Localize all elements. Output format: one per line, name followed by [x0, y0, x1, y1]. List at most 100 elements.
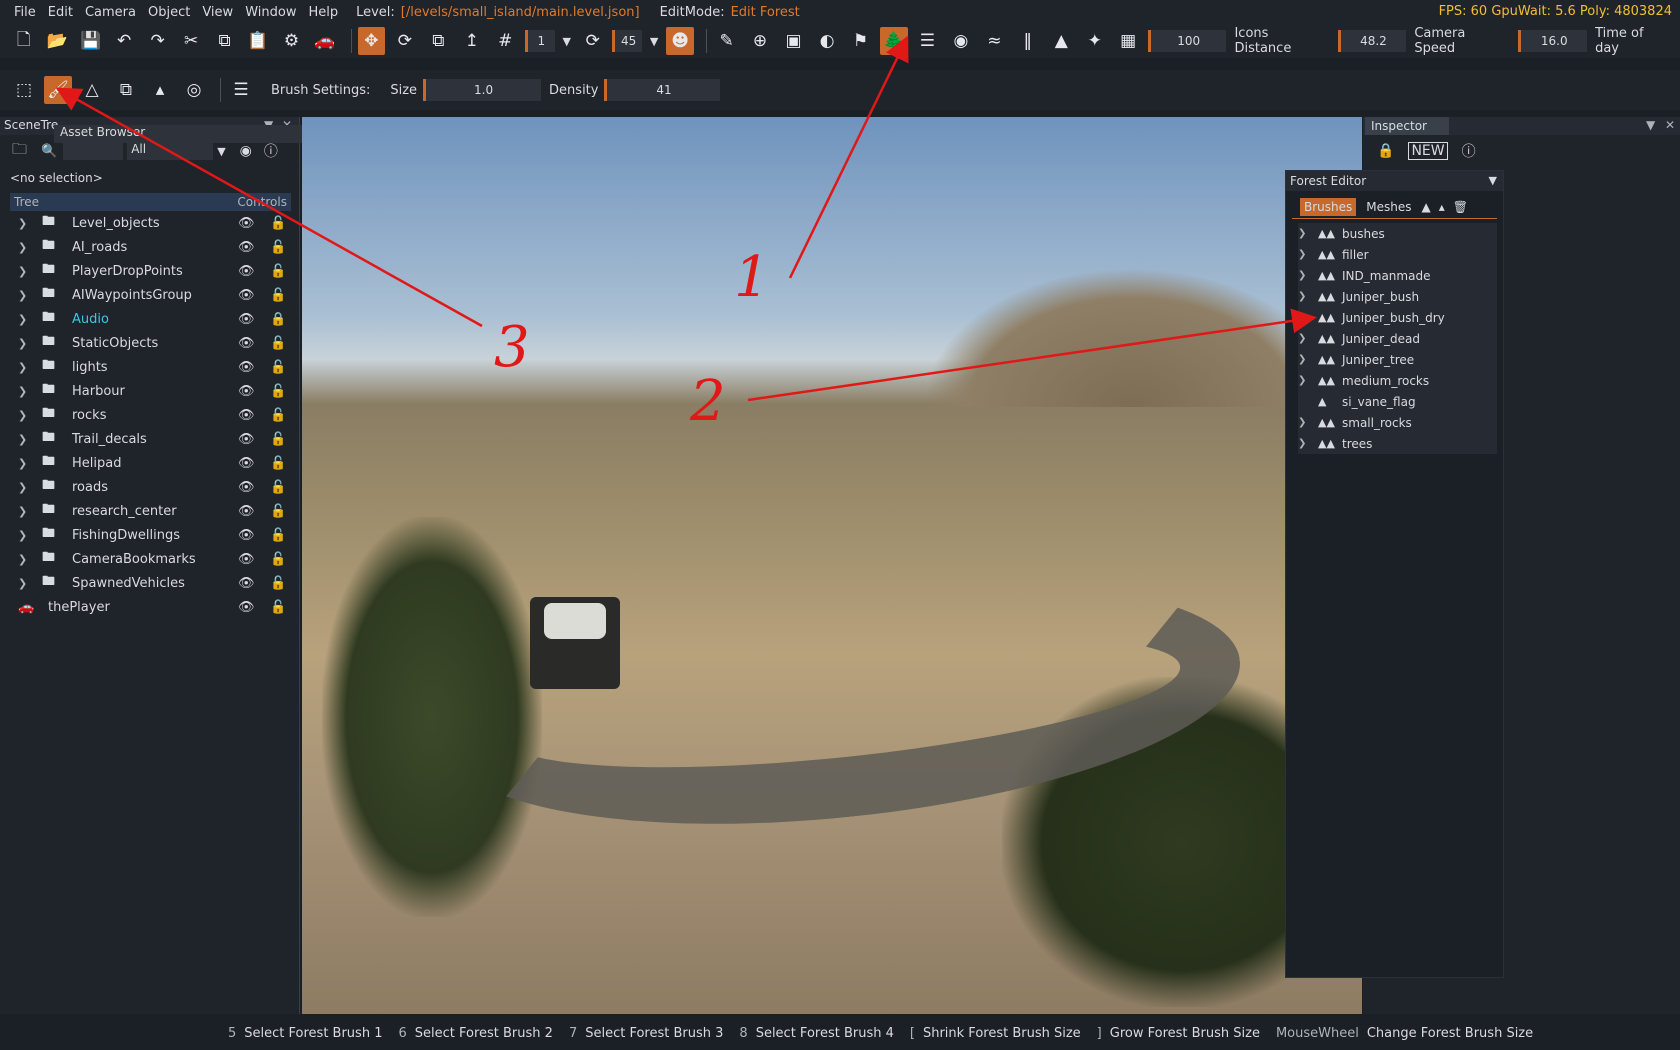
mesh-road-icon[interactable]: ≈: [981, 27, 1008, 55]
menu-edit[interactable]: Edit: [42, 5, 79, 20]
chevron-right-icon[interactable]: ❯: [18, 289, 32, 302]
road-icon[interactable]: ‖: [1014, 27, 1041, 55]
flowgraph-icon[interactable]: ✦: [1081, 27, 1108, 55]
chevron-right-icon[interactable]: ❯: [18, 337, 32, 350]
visibility-eye-icon[interactable]: 👁: [238, 456, 255, 471]
chevron-right-icon[interactable]: ❯: [18, 553, 32, 566]
redo-icon[interactable]: ↷: [144, 27, 171, 55]
tree-row[interactable]: ❯ 🖿 StaticObjects 👁 🔓: [0, 331, 299, 355]
brush-density-slider[interactable]: 41: [604, 79, 721, 101]
grid-snap-value[interactable]: 1: [525, 30, 555, 52]
visibility-eye-icon[interactable]: 👁: [238, 312, 255, 327]
icons-distance-field[interactable]: 48.2: [1337, 30, 1407, 52]
tree-row[interactable]: ❯ 🖿 rocks 👁 🔓: [0, 403, 299, 427]
chevron-right-icon[interactable]: ❯: [1298, 228, 1314, 239]
rotation-dropdown-icon[interactable]: ▼: [650, 35, 658, 48]
menu-view[interactable]: View: [196, 5, 239, 20]
scene-tree-tab[interactable]: SceneTre: [4, 118, 58, 132]
chevron-right-icon[interactable]: ❯: [18, 361, 32, 374]
chevron-right-icon[interactable]: ❯: [18, 529, 32, 542]
chevron-right-icon[interactable]: ❯: [1298, 291, 1314, 302]
spawn-icon[interactable]: ◉: [947, 27, 974, 55]
chevron-right-icon[interactable]: ❯: [18, 265, 32, 278]
visibility-eye-icon[interactable]: 👁: [238, 336, 255, 351]
add-element-icon[interactable]: ▴: [1439, 200, 1445, 214]
tree-row[interactable]: ❯ 🖿 AIWaypointsGroup 👁 🔓: [0, 283, 299, 307]
lock-icon[interactable]: 🔓: [270, 408, 286, 423]
fill-icon[interactable]: ▴: [146, 76, 174, 104]
menu-object[interactable]: Object: [142, 5, 196, 20]
rotation-snap-icon[interactable]: ⟳: [579, 27, 606, 55]
menu-help[interactable]: Help: [302, 5, 344, 20]
brush-item[interactable]: ❯ ▲▲ IND_manmade: [1298, 265, 1497, 286]
pencil-icon[interactable]: ✎: [713, 27, 740, 55]
terrain-paint-icon[interactable]: ◐: [813, 27, 840, 55]
camera-speed-field[interactable]: 16.0: [1518, 30, 1588, 52]
menu-window[interactable]: Window: [239, 5, 302, 20]
settings-gear-icon[interactable]: ⚙: [278, 27, 305, 55]
brush-item[interactable]: ▲ si_vane_flag: [1298, 391, 1497, 412]
brush-item[interactable]: ❯ ▲▲ Juniper_tree: [1298, 349, 1497, 370]
tree-row[interactable]: ❯ 🖿 FishingDwellings 👁 🔓: [0, 523, 299, 547]
visibility-eye-icon[interactable]: 👁: [238, 480, 255, 495]
visibility-eye-icon[interactable]: 👁: [238, 576, 255, 591]
lock-icon[interactable]: 🔓: [270, 504, 286, 519]
target-icon[interactable]: ◎: [180, 76, 208, 104]
chevron-right-icon[interactable]: ❯: [18, 313, 32, 326]
brush-item[interactable]: ❯ ▲▲ filler: [1298, 244, 1497, 265]
tree-row[interactable]: ❯ 🖿 PlayerDropPoints 👁 🔓: [0, 259, 299, 283]
new-file-icon[interactable]: 🗋: [10, 27, 37, 55]
tree-row[interactable]: ❯ 🖿 research_center 👁 🔓: [0, 499, 299, 523]
lock-icon[interactable]: 🔓: [270, 384, 286, 399]
forest-editor-icon[interactable]: 🌲: [880, 27, 908, 55]
panel-menu-icon[interactable]: ▼: [1646, 118, 1655, 132]
lock-icon[interactable]: 🔓: [270, 528, 286, 543]
add-group-icon[interactable]: 🗀: [12, 139, 27, 164]
cut-icon[interactable]: ✂: [177, 27, 204, 55]
filter-select[interactable]: All: [127, 142, 214, 160]
prefab-icon[interactable]: ▦: [1114, 27, 1141, 55]
brush-item[interactable]: ❯ ▲▲ bushes: [1298, 223, 1497, 244]
close-icon[interactable]: ✕: [1665, 118, 1675, 132]
visibility-eye-icon[interactable]: 👁: [238, 264, 255, 279]
chevron-right-icon[interactable]: ❯: [1298, 312, 1314, 323]
add-brush-icon[interactable]: ▲: [1422, 200, 1431, 214]
tree-row[interactable]: 🚗 thePlayer 👁 🔓: [0, 595, 299, 619]
lock-icon[interactable]: 🔓: [270, 264, 286, 279]
align-icon[interactable]: ↥: [458, 27, 485, 55]
lock-icon[interactable]: 🔓: [270, 552, 286, 567]
brush-size-slider[interactable]: 1.0: [423, 79, 542, 101]
chevron-right-icon[interactable]: ❯: [1298, 249, 1314, 260]
tree-row[interactable]: ❯ 🖿 AI_roads 👁 🔓: [0, 235, 299, 259]
lock-icon[interactable]: 🔓: [270, 480, 286, 495]
value-100-field[interactable]: 100: [1147, 30, 1227, 52]
select-icon[interactable]: ⬚: [10, 76, 38, 104]
decal-road-icon[interactable]: ▣: [780, 27, 807, 55]
3d-viewport[interactable]: [302, 117, 1362, 1014]
visibility-eye-icon[interactable]: 👁: [238, 600, 255, 615]
paint-brush-icon[interactable]: 🖌: [44, 76, 72, 104]
character-icon[interactable]: ☻: [666, 27, 694, 55]
new-badge-icon[interactable]: NEW: [1408, 142, 1448, 160]
visibility-eye-icon[interactable]: 👁: [238, 432, 255, 447]
visibility-eye-icon[interactable]: 👁: [238, 360, 255, 375]
chevron-right-icon[interactable]: ❯: [18, 577, 32, 590]
chevron-right-icon[interactable]: ❯: [18, 217, 32, 230]
tree-row[interactable]: ❯ 🖿 Helipad 👁 🔓: [0, 451, 299, 475]
copy-icon[interactable]: ⧉: [211, 27, 238, 55]
undo-icon[interactable]: ↶: [110, 27, 137, 55]
lock-icon[interactable]: 🔓: [270, 360, 286, 375]
lock-icon[interactable]: 🔓: [270, 288, 286, 303]
menu-camera[interactable]: Camera: [79, 5, 142, 20]
visibility-eye-icon[interactable]: 👁: [238, 240, 255, 255]
visibility-eye-icon[interactable]: 👁: [238, 408, 255, 423]
lock-icon[interactable]: 🔓: [270, 216, 286, 231]
grid-snap-icon[interactable]: #: [492, 27, 519, 55]
list-icon[interactable]: ☰: [227, 76, 255, 104]
help-icon[interactable]: ⓘ: [1462, 141, 1476, 161]
chevron-right-icon[interactable]: ❯: [18, 481, 32, 494]
save-icon[interactable]: 💾: [77, 27, 104, 55]
brush-item[interactable]: ❯ ▲▲ Juniper_bush_dry: [1298, 307, 1497, 328]
rotation-snap-value[interactable]: 45: [612, 30, 642, 52]
search-input[interactable]: [63, 142, 124, 160]
